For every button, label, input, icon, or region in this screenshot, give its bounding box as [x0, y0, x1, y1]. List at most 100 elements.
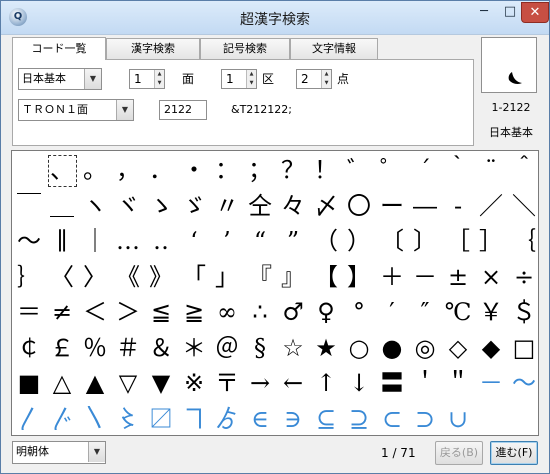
stepper-arrows-icon[interactable]: ▲ ▼	[246, 70, 256, 88]
glyph-cell[interactable]: ≠	[46, 296, 78, 328]
glyph-cell[interactable]: ￣	[13, 190, 45, 222]
glyph-cell[interactable]: ＆	[145, 332, 177, 364]
glyph-cell[interactable]: 〓	[376, 367, 408, 399]
glyph-cell[interactable]: □	[508, 332, 538, 364]
code-input[interactable]: 2122	[159, 100, 207, 120]
glyph-cell[interactable]: ＇	[409, 367, 441, 399]
glyph-cell[interactable]: ．	[145, 154, 177, 186]
prev-button[interactable]: 戻る(B)	[435, 441, 483, 465]
glyph-cell[interactable]: ∥	[46, 225, 78, 257]
glyph-cell[interactable]: ｝	[13, 261, 45, 293]
glyph-cell[interactable]: 《	[112, 261, 144, 293]
glyph-cell[interactable]: ～	[13, 225, 45, 257]
glyph-cell[interactable]: ＃	[112, 332, 144, 364]
glyph-cell[interactable]: 、	[46, 154, 78, 186]
glyph-cell[interactable]: 『	[244, 261, 276, 293]
glyph-cell[interactable]: ⊂	[376, 403, 408, 435]
glyph-cell[interactable]: －	[409, 261, 441, 293]
glyph-cell[interactable]: ＂	[442, 367, 474, 399]
glyph-cell[interactable]: ▲	[79, 367, 111, 399]
glyph-cell[interactable]: ★	[310, 332, 342, 364]
glyph-cell[interactable]: ±	[442, 261, 474, 293]
close-button[interactable]: ✕	[521, 2, 549, 23]
glyph-cell[interactable]: ○	[343, 332, 375, 364]
glyph-cell[interactable]: ；	[244, 154, 276, 186]
glyph-cell[interactable]: ≦	[145, 296, 177, 328]
glyph-cell[interactable]: ‐	[442, 190, 474, 222]
glyph-cell[interactable]: ＞	[112, 296, 144, 328]
glyph-cell[interactable]: ⊇	[343, 403, 375, 435]
glyph-cell[interactable]: 】	[343, 261, 375, 293]
glyph-cell[interactable]: §	[244, 332, 276, 364]
face-stepper[interactable]: 1 ▲ ▼	[129, 69, 165, 89]
glyph-cell[interactable]: ー	[376, 190, 408, 222]
glyph-cell[interactable]: ，	[112, 154, 144, 186]
tab-symbol-search[interactable]: 記号検索	[200, 38, 290, 60]
glyph-cell[interactable]: ″	[409, 296, 441, 328]
glyph-cell[interactable]: 》	[145, 261, 177, 293]
maximize-button[interactable]: □	[497, 2, 523, 23]
glyph-cell[interactable]: ´	[409, 154, 441, 186]
glyph-cell[interactable]: ｜	[79, 225, 111, 257]
glyph-cell[interactable]: ♂	[277, 296, 309, 328]
glyph-cell[interactable]: ：	[211, 154, 243, 186]
glyph-cell[interactable]: 〻	[112, 403, 144, 435]
tab-kanji-search[interactable]: 漢字検索	[106, 38, 200, 60]
tab-code-list[interactable]: コード一覧	[12, 37, 106, 60]
glyph-cell[interactable]: ▽	[112, 367, 144, 399]
glyph-cell[interactable]: ％	[79, 332, 111, 364]
glyph-cell[interactable]: ◆	[475, 332, 507, 364]
glyph-cell[interactable]: （	[310, 225, 342, 257]
glyph-cell[interactable]: ¨	[475, 154, 507, 186]
glyph-cell[interactable]: ◇	[442, 332, 474, 364]
glyph-cell[interactable]: ―	[409, 190, 441, 222]
glyph-cell[interactable]: ※	[178, 367, 210, 399]
glyph-cell[interactable]: ＋	[376, 261, 408, 293]
glyph-cell[interactable]: ￠	[13, 332, 45, 364]
glyph-cell[interactable]: ≧	[178, 296, 210, 328]
glyph-cell[interactable]: ＼	[508, 190, 538, 222]
glyph-cell[interactable]: ←	[277, 367, 309, 399]
glyph-cell[interactable]: ■	[13, 367, 45, 399]
glyph-cell[interactable]: ℃	[442, 296, 474, 328]
glyph-cell[interactable]: ［	[442, 225, 474, 257]
tab-char-info[interactable]: 文字情報	[290, 38, 378, 60]
glyph-cell[interactable]: ゟ	[211, 403, 243, 435]
glyph-cell[interactable]: 〒	[211, 367, 243, 399]
glyph-cell[interactable]: 〈	[46, 261, 78, 293]
glyph-cell[interactable]: ＿	[46, 190, 78, 222]
glyph-cell[interactable]: ‘	[178, 225, 210, 257]
glyph-cell[interactable]: 〳	[13, 403, 45, 435]
glyph-cell[interactable]: →	[244, 367, 276, 399]
glyph-cell[interactable]: 〆	[310, 190, 342, 222]
glyph-cell[interactable]: ￥	[475, 296, 507, 328]
glyph-cell[interactable]: ∞	[211, 296, 243, 328]
glyph-cell[interactable]: °	[343, 296, 375, 328]
glyph-cell[interactable]: 〼	[145, 403, 177, 435]
glyph-cell[interactable]: ↓	[343, 367, 375, 399]
next-button[interactable]: 進む(F)	[490, 441, 538, 465]
glyph-cell[interactable]: ☆	[277, 332, 309, 364]
glyph-cell[interactable]: ＜	[79, 296, 111, 328]
glyph-cell[interactable]: 。	[79, 154, 111, 186]
stepper-arrows-icon[interactable]: ▲ ▼	[321, 70, 331, 88]
glyph-cell[interactable]: 〃	[211, 190, 243, 222]
glyph-cell[interactable]: ＠	[211, 332, 243, 364]
glyph-cell[interactable]: ｀	[442, 154, 474, 186]
glyph-cell[interactable]: ′	[376, 296, 408, 328]
glyph-cell[interactable]: 〴	[46, 403, 78, 435]
glyph-cell[interactable]: ＾	[508, 154, 538, 186]
glyph-cell[interactable]: ♀	[310, 296, 342, 328]
charset-select[interactable]: 日本基本 ▼	[18, 68, 102, 90]
glyph-cell[interactable]: …	[112, 225, 144, 257]
font-select[interactable]: 明朝体 ▼	[12, 441, 106, 464]
minimize-button[interactable]: ─	[471, 2, 497, 23]
glyph-cell[interactable]: ＄	[508, 296, 538, 328]
glyph-cell[interactable]	[13, 154, 45, 186]
glyph-cell[interactable]: ヾ	[112, 190, 144, 222]
glyph-cell[interactable]: 仝	[244, 190, 276, 222]
glyph-cell[interactable]: 」	[211, 261, 243, 293]
glyph-cell[interactable]: ÷	[508, 261, 538, 293]
glyph-cell[interactable]: ゝ	[145, 190, 177, 222]
glyph-cell[interactable]: ｛	[508, 225, 538, 257]
